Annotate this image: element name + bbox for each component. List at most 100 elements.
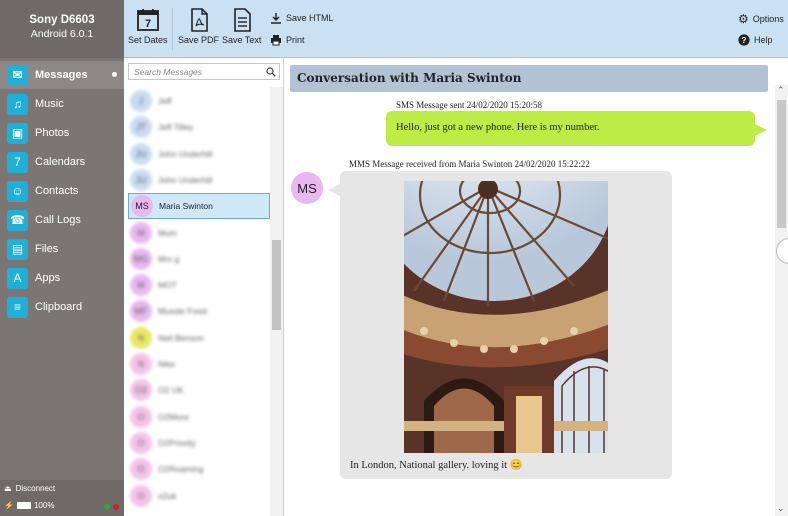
contact-name: Jeff	[158, 96, 172, 106]
svg-text:7: 7	[145, 18, 151, 30]
mms-caption: In London, National gallery. loving it 😊	[350, 460, 523, 471]
device-name: Sony D6603	[29, 14, 95, 26]
search-icon[interactable]	[266, 67, 276, 77]
sidebar-item-messages[interactable]: ✉ Messages	[0, 61, 124, 89]
photos-icon: ▣	[7, 122, 28, 144]
list-item[interactable]: MG Mrs g	[128, 246, 270, 272]
help-icon: ?	[738, 34, 750, 46]
contact-name: O2Roaming	[158, 464, 204, 475]
save-pdf-button[interactable]: Save PDF	[178, 8, 219, 45]
list-item[interactable]: Oo2uk	[128, 483, 270, 509]
sidebar-item-files[interactable]: ▤ Files	[0, 235, 124, 263]
options-button[interactable]: ⚙ Options	[738, 12, 784, 26]
save-html-label: Save HTML	[286, 13, 334, 23]
list-item[interactable]: O O2Priority	[128, 430, 270, 456]
received-message-bubble: In London, National gallery. loving it 😊	[340, 171, 672, 479]
avatar: MS	[131, 195, 153, 218]
printer-icon	[271, 35, 281, 46]
received-bubble-tail	[328, 184, 340, 196]
conversation-scrollbar[interactable]: ⌃ ⌄	[775, 85, 788, 516]
sidebar-footer: ⏏ Disconnect ⚡ 100%	[0, 480, 124, 516]
avatar: O	[130, 431, 152, 454]
clipboard-icon: ≡	[7, 296, 28, 318]
scroll-up-icon[interactable]: ⌃	[777, 85, 785, 96]
avatar: M	[130, 221, 152, 244]
avatar: O	[130, 458, 152, 481]
list-item[interactable]: O O2Roaming	[128, 456, 270, 482]
conversation-panel: Conversation with Maria Swinton SMS Mess…	[285, 58, 788, 516]
avatar: N	[130, 326, 152, 349]
sidebar-item-label: Call Logs	[35, 214, 81, 226]
received-message-meta: MMS Message received from Maria Swinton …	[349, 159, 590, 169]
sidebar-item-label: Messages	[35, 69, 88, 81]
list-item[interactable]: JU John Underhill	[128, 141, 270, 167]
help-button[interactable]: ? Help	[738, 34, 773, 46]
sidebar-item-call-logs[interactable]: ☎ Call Logs	[0, 206, 124, 234]
list-item[interactable]: O O2More	[128, 404, 270, 430]
set-dates-button[interactable]: 7 Set Dates	[128, 8, 168, 45]
battery-status: ⚡ 100%	[4, 501, 54, 510]
sidebar: Sony D6603 Android 6.0.1 ✉ Messages ♫ Music…	[0, 0, 124, 516]
battery-icon	[16, 502, 31, 509]
print-button[interactable]: Print	[270, 34, 305, 46]
list-item[interactable]: N Neil Benson	[128, 325, 270, 351]
contact-scroll-thumb[interactable]	[272, 240, 281, 330]
list-item[interactable]: M Mum	[128, 220, 270, 246]
sidebar-item-music[interactable]: ♫ Music	[0, 90, 124, 118]
sidebar-item-clipboard[interactable]: ≡ Clipboard	[0, 293, 124, 321]
avatar: MF	[130, 300, 152, 323]
sidebar-item-photos[interactable]: ▣ Photos	[0, 119, 124, 147]
toolbar: 7 Set Dates Save PDF Save Text Save HTML	[124, 0, 788, 58]
contact-name: Nike	[158, 359, 176, 369]
save-text-button[interactable]: Save Text	[222, 8, 261, 45]
sidebar-item-label: Photos	[35, 127, 70, 139]
connection-led-green	[104, 504, 110, 510]
print-label: Print	[286, 35, 305, 45]
document-icon	[233, 8, 251, 32]
music-icon: ♫	[7, 93, 28, 115]
contact-name: MOT	[158, 280, 177, 291]
list-item[interactable]: JT Jeff Tilley	[128, 114, 270, 140]
contact-name: O2Priority	[158, 437, 196, 448]
disconnect-button[interactable]: ⏏ Disconnect	[4, 484, 55, 493]
search-input[interactable]: Search Messages	[128, 63, 280, 80]
avatar: JT	[130, 116, 152, 139]
calendar-icon: 7	[136, 9, 159, 31]
avatar: N	[130, 353, 152, 375]
scroll-down-icon[interactable]: ⌄	[777, 503, 785, 514]
connection-led-red	[113, 504, 119, 510]
contact-name: Neil Benson	[158, 332, 204, 343]
avatar: M	[130, 274, 152, 297]
options-label: Options	[752, 14, 784, 24]
eject-icon: ⏏	[4, 484, 12, 493]
device-info: Sony D6603 Android 6.0.1	[0, 0, 124, 58]
save-html-button[interactable]: Save HTML	[270, 12, 334, 24]
list-item[interactable]: JU John Underhill	[128, 167, 270, 193]
contact-scrollbar[interactable]	[270, 87, 283, 516]
calendar-icon: 7	[7, 151, 28, 173]
list-item[interactable]: MF Mussle Food	[128, 298, 270, 324]
gear-icon: ⚙	[738, 12, 749, 26]
contact-name: O2More	[158, 411, 189, 422]
sidebar-item-calendars[interactable]: 7 Calendars	[0, 148, 124, 176]
contact-name: O2 UK	[158, 385, 184, 396]
sent-message-bubble: Hello, just got a new phone. Here is my …	[386, 111, 755, 146]
list-item[interactable]: MS Maria Swinton	[128, 193, 270, 220]
device-os: Android 6.0.1	[30, 28, 94, 40]
sidebar-item-contacts[interactable]: ☺ Contacts	[0, 177, 124, 205]
mms-photo[interactable]	[404, 181, 608, 453]
list-item[interactable]: M MOT	[128, 272, 270, 298]
contact-name: John Underhill	[158, 148, 213, 159]
avatar: JU	[130, 168, 152, 191]
svg-text:?: ?	[741, 35, 746, 45]
conversation-scroll-thumb[interactable]	[777, 100, 786, 228]
sidebar-item-apps[interactable]: A Apps	[0, 264, 124, 292]
contact-name: John Underhill	[158, 174, 213, 185]
sent-message-meta: SMS Message sent 24/02/2020 15:20:58	[396, 100, 543, 110]
sidebar-item-label: Files	[35, 243, 59, 255]
contact-name: Mum	[158, 227, 177, 238]
list-item[interactable]: J Jeff	[128, 88, 270, 114]
list-item[interactable]: O2 O2 UK	[128, 377, 270, 403]
sidebar-item-label: Calendars	[35, 156, 86, 168]
list-item[interactable]: N Nike	[128, 351, 270, 377]
